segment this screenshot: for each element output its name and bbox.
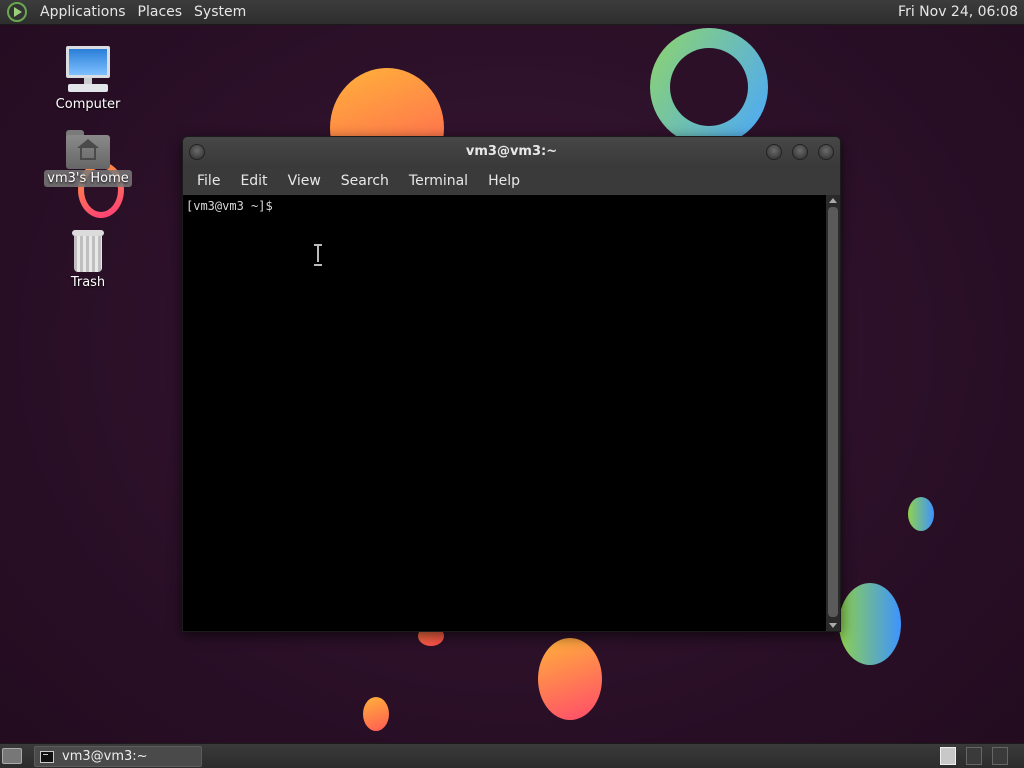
terminal-menubar: File Edit View Search Terminal Help [183, 167, 840, 195]
workspace-2[interactable] [966, 747, 982, 765]
wallpaper-bubble [839, 583, 901, 665]
show-desktop-icon[interactable] [2, 748, 22, 764]
terminal-window[interactable]: vm3@vm3:~ File Edit View Search Terminal… [182, 136, 841, 632]
desktop-icon-trash[interactable]: Trash [43, 228, 133, 291]
distro-logo-icon[interactable] [7, 2, 27, 22]
taskbar-window-label: vm3@vm3:~ [62, 749, 148, 764]
terminal-icon [40, 750, 54, 763]
terminal-output[interactable]: [vm3@vm3 ~]$ [183, 195, 827, 631]
menu-terminal[interactable]: Terminal [399, 167, 478, 195]
wallpaper-bubble [538, 638, 602, 720]
bottom-panel: vm3@vm3:~ [0, 743, 1024, 768]
scrollbar-thumb[interactable] [828, 207, 838, 617]
window-menu-icon[interactable] [189, 144, 205, 160]
desktop-icon-label: Trash [70, 275, 106, 290]
computer-icon [64, 46, 112, 96]
window-titlebar[interactable]: vm3@vm3:~ [183, 137, 840, 167]
workspace-3[interactable] [992, 747, 1008, 765]
menu-edit[interactable]: Edit [230, 167, 277, 195]
scroll-down-arrow-icon[interactable] [829, 623, 837, 628]
workspace-1[interactable] [940, 747, 956, 765]
desktop-icon-label: vm3's Home [44, 170, 132, 187]
clock[interactable]: Fri Nov 24, 06:08 [898, 0, 1018, 25]
window-title: vm3@vm3:~ [465, 144, 558, 159]
menu-view[interactable]: View [278, 167, 331, 195]
minimize-icon[interactable] [766, 144, 782, 160]
wallpaper-bubble [908, 497, 934, 531]
shell-prompt: [vm3@vm3 ~]$ [186, 199, 273, 213]
menu-help[interactable]: Help [478, 167, 530, 195]
menu-file[interactable]: File [187, 167, 230, 195]
applications-menu[interactable]: Applications [34, 0, 132, 25]
wallpaper-bubble [363, 697, 389, 731]
places-menu[interactable]: Places [132, 0, 189, 25]
text-cursor-icon [314, 244, 322, 266]
desktop-icon-label: Computer [55, 97, 121, 112]
taskbar-window-button[interactable]: vm3@vm3:~ [34, 746, 202, 767]
desktop-icon-home[interactable]: vm3's Home [43, 130, 133, 187]
maximize-icon[interactable] [792, 144, 808, 160]
scroll-up-arrow-icon[interactable] [829, 198, 837, 203]
home-folder-icon [66, 130, 110, 170]
system-menu[interactable]: System [188, 0, 252, 25]
close-icon[interactable] [818, 144, 834, 160]
trash-icon [68, 228, 108, 274]
top-panel: Applications Places System Fri Nov 24, 0… [0, 0, 1024, 25]
terminal-scrollbar[interactable] [826, 195, 840, 631]
desktop-icon-computer[interactable]: Computer [43, 46, 133, 113]
menu-search[interactable]: Search [331, 167, 399, 195]
wallpaper-ring [650, 28, 768, 146]
